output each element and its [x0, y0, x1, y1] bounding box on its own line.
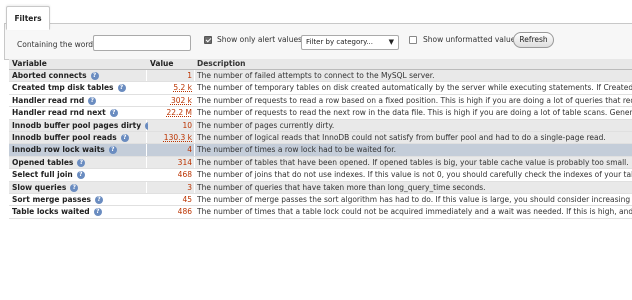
row-variable: Aborted connects? [12, 70, 148, 81]
row-description: The number of merge passes the sort algo… [197, 194, 632, 204]
variable-name: Handler read rnd next [12, 108, 106, 118]
table-row: Innodb buffer pool pages dirty? 10 The num… [9, 119, 632, 132]
help-icon[interactable]: ? [88, 96, 97, 105]
variable-name: Innodb buffer pool pages dirty [12, 120, 142, 130]
help-icon[interactable]: ? [76, 171, 85, 180]
help-icon[interactable]: ? [108, 146, 117, 155]
variable-name: Table locks waited [12, 207, 90, 217]
table-header: Variable Value Description [9, 59, 632, 70]
table-row: Select full join? 468 The number of joins … [9, 169, 632, 182]
row-value: 302 k [170, 95, 192, 105]
containing-word-input[interactable] [93, 35, 191, 51]
row-variable: Slow queries? [12, 182, 148, 193]
containing-word-label: Containing the word: [17, 40, 96, 49]
status-table: Variable Value Description Aborted conne… [9, 59, 632, 219]
header-variable[interactable]: Variable [12, 59, 148, 69]
column-separator [194, 169, 195, 181]
row-variable: Opened tables? [12, 157, 148, 168]
variable-name: Aborted connects [12, 71, 87, 80]
row-value: 486 [177, 207, 192, 217]
row-value: 10 [182, 120, 192, 130]
show-unformatted-label: Show unformatted values [423, 35, 520, 44]
row-value: 5.2 k [173, 83, 192, 93]
column-separator [194, 70, 195, 82]
column-separator [194, 206, 195, 218]
table-row: Table locks waited? 486 The number of time… [9, 206, 632, 219]
row-description: The number of joins that do not use inde… [197, 170, 632, 180]
row-value: 4 [187, 145, 192, 155]
column-separator [194, 107, 195, 119]
filters-legend: Filters [6, 6, 50, 30]
row-description: The number of queries that have taken mo… [197, 182, 486, 192]
row-description: The number of logical reads that InnoDB … [197, 132, 606, 142]
row-value: 314 [177, 157, 192, 167]
column-separator [194, 119, 195, 131]
row-value: 130.3 k [163, 132, 192, 142]
table-row: Aborted connects? 1 The number of failed a… [9, 70, 632, 83]
row-description: The number of failed attempts to connect… [197, 71, 435, 80]
table-row: Slow queries? 3 The number of queries that… [9, 181, 632, 194]
help-icon[interactable]: ? [120, 133, 129, 142]
help-icon[interactable]: ? [109, 109, 118, 118]
chevron-down-icon: ▼ [388, 38, 394, 46]
help-icon[interactable]: ? [70, 183, 79, 192]
header-value[interactable]: Value [150, 59, 194, 69]
variable-name: Created tmp disk tables [12, 83, 114, 93]
column-separator [194, 193, 195, 206]
help-icon[interactable]: ? [117, 84, 126, 93]
show-alert-label: Show only alert values [217, 35, 302, 44]
header-description: Description [197, 59, 246, 68]
row-value: 22.2 M [166, 108, 192, 118]
row-variable: Handler read rnd next? [12, 107, 148, 118]
variable-name: Sort merge passes [12, 194, 92, 204]
row-value: 1 [187, 71, 192, 80]
table-row: Sort merge passes? 45 The number of merge … [9, 193, 632, 207]
column-separator [194, 94, 195, 107]
row-variable: Sort merge passes? [12, 194, 148, 205]
category-select[interactable]: Filter by category... ▼ [301, 35, 399, 50]
variable-name: Innodb row lock waits [12, 145, 105, 155]
category-select-value: Filter by category... [306, 38, 373, 46]
row-description: The number of pages currently dirty. [197, 120, 335, 130]
show-alert-checkbox[interactable] [204, 36, 212, 44]
table-row: Innodb row lock waits? 4 The number of tim… [9, 144, 632, 157]
row-description: The number of tables that have been open… [197, 157, 629, 167]
row-variable: Innodb buffer pool pages dirty? [12, 120, 148, 131]
row-description: The number of times that a table lock co… [197, 207, 632, 217]
variable-name: Handler read rnd [12, 95, 85, 105]
row-variable: Table locks waited? [12, 206, 148, 217]
row-variable: Innodb row lock waits? [12, 144, 148, 155]
help-icon[interactable]: ? [90, 72, 99, 80]
row-description: The number of temporary tables on disk c… [197, 83, 632, 93]
row-value: 3 [187, 182, 192, 192]
table-row: Handler read rnd next? 22.2 M The number o… [9, 107, 632, 120]
refresh-button[interactable]: Refresh [513, 32, 554, 48]
show-unformatted-checkbox[interactable] [409, 36, 417, 44]
row-variable: Select full join? [12, 169, 148, 180]
table-row: Handler read rnd? 302 k The number of requ… [9, 94, 632, 108]
help-icon[interactable]: ? [95, 195, 104, 204]
row-value: 468 [177, 170, 192, 180]
column-separator [194, 181, 195, 193]
table-row: Innodb buffer pool reads? 130.3 k The numb… [9, 131, 632, 145]
variable-name: Innodb buffer pool reads [12, 132, 117, 142]
row-description: The number of requests to read the next … [197, 108, 632, 118]
table-row: Opened tables? 314 The number of tables th… [9, 156, 632, 170]
column-separator [194, 82, 195, 94]
column-separator [194, 131, 195, 144]
variable-name: Slow queries [12, 182, 67, 192]
variable-name: Opened tables [12, 157, 74, 167]
row-variable: Handler read rnd? [12, 95, 148, 106]
column-separator [194, 144, 195, 156]
row-variable: Created tmp disk tables? [12, 82, 148, 93]
table-row: Created tmp disk tables? 5.2 k The number … [9, 82, 632, 95]
help-icon[interactable]: ? [93, 208, 102, 217]
row-description: The number of requests to read a row bas… [197, 95, 632, 105]
row-value: 45 [182, 194, 192, 204]
row-description: The number of times a row lock had to be… [197, 145, 397, 155]
variable-name: Select full join [12, 170, 73, 180]
row-variable: Innodb buffer pool reads? [12, 132, 148, 143]
column-separator [194, 156, 195, 169]
help-icon[interactable]: ? [77, 158, 86, 167]
